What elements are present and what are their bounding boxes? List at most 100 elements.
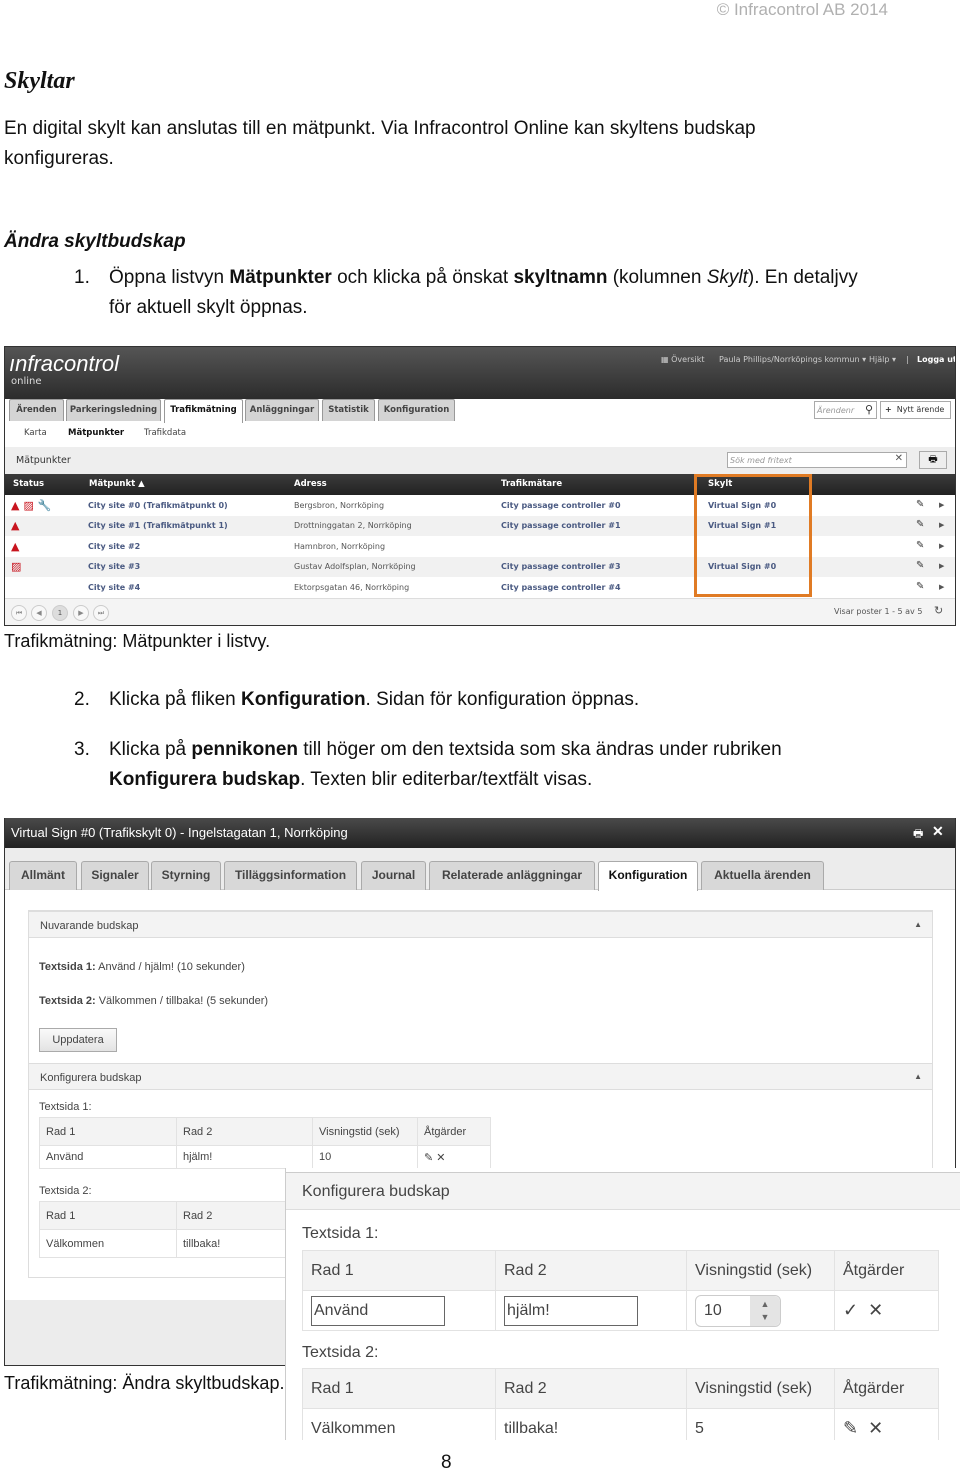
user-menu[interactable]: Paula Phillips/Norrköpings kommun ▾ [719, 355, 866, 364]
subnav-trafikdata[interactable]: Trafikdata [144, 428, 186, 438]
delete-icon[interactable]: ✕ [868, 1418, 883, 1438]
pencil-icon[interactable]: ✎ [916, 560, 924, 571]
delete-icon[interactable]: ✕ [436, 1152, 445, 1164]
subnav-matpunkter[interactable]: Mätpunkter [68, 428, 124, 438]
screenshot-matpunkter-list: ınfracontrol online ▦ Översikt Paula Phi… [4, 346, 956, 626]
step-3-text-line2: Konfigurera budskap. Texten blir editerb… [109, 769, 593, 790]
expand-arrow-icon[interactable]: ▶ [939, 583, 944, 591]
expand-arrow-icon[interactable]: ▶ [939, 521, 944, 529]
print-icon[interactable]: 🖶 [913, 825, 923, 844]
config-page-1-table: Rad 1 Rad 2 Visningstid (sek) Åtgärder Anvä… [39, 1117, 491, 1169]
col-trafikmatare[interactable]: Trafikmätare [501, 479, 562, 489]
trafikmatare-link[interactable]: City passage controller #0 [501, 501, 621, 510]
rad2-input[interactable]: hjälm! [504, 1295, 638, 1326]
config-page-2-label: Textsida 2: [39, 1185, 92, 1197]
last-page-button[interactable]: ⏭ [93, 605, 109, 621]
table-row[interactable]: ▲ ▨ 🔧 City site #0 (Trafikmätpunkt 0) Bergsb… [5, 496, 955, 516]
tab-styrning[interactable]: Styrning [151, 861, 221, 890]
next-page-button[interactable]: ▶ [73, 605, 89, 621]
tab-aktuella-arenden[interactable]: Aktuella ärenden [701, 861, 824, 890]
matpunkt-link[interactable]: City site #1 (Trafikmätpunkt 1) [88, 521, 228, 530]
help-menu[interactable]: Hjälp ▾ [869, 355, 896, 364]
col-status[interactable]: Status [13, 479, 44, 489]
highlight-skylt-column [694, 474, 812, 597]
matpunkt-link[interactable]: City site #4 [88, 583, 140, 592]
tab-journal[interactable]: Journal [361, 861, 426, 890]
expand-arrow-icon[interactable]: ▶ [939, 542, 944, 550]
tab-konfiguration[interactable]: Konfiguration [378, 399, 455, 421]
page-1-edit-table: Rad 1 Rad 2 Visningstid (sek) Åtgärder Anvä… [302, 1250, 939, 1331]
pencil-icon[interactable]: ✎ [916, 540, 924, 551]
configure-message-header: Konfigurera budskap [286, 1172, 960, 1210]
trafikmatare-link[interactable]: City passage controller #4 [501, 583, 621, 592]
adress-cell: Bergsbron, Norrköping [294, 501, 385, 510]
logo: ınfracontrol [9, 351, 120, 376]
col-rad1: Rad 1 [39, 1201, 177, 1230]
new-case-button[interactable]: + Nytt ärende [880, 401, 951, 419]
display-time-stepper[interactable]: 10 ▲ ▼ [695, 1294, 781, 1327]
freetext-search-input[interactable]: Sök med fritext ✕ [727, 452, 907, 468]
col-rad2: Rad 2 [495, 1368, 687, 1409]
matpunkt-link[interactable]: City site #0 (Trafikmätpunkt 0) [88, 501, 228, 510]
table-row[interactable]: City site #4 Ektorpsgatan 46, Norrköping C… [5, 577, 955, 598]
page-1-button[interactable]: 1 [52, 605, 68, 621]
tab-tillaggsinformation[interactable]: Tilläggsinformation [224, 861, 357, 890]
prev-page-button[interactable]: ◀ [31, 605, 47, 621]
tab-allmant[interactable]: Allmänt [9, 861, 77, 890]
tab-relaterade-anlaggningar[interactable]: Relaterade anläggningar [429, 861, 595, 890]
col-rad1: Rad 1 [302, 1250, 496, 1291]
tab-konfiguration[interactable]: Konfiguration [598, 861, 698, 891]
rad1-input[interactable]: Använd [311, 1295, 445, 1326]
tab-anlaggningar[interactable]: Anläggningar [245, 399, 319, 421]
collapse-icon[interactable]: ▲ [914, 920, 922, 929]
clear-icon[interactable]: ✕ [895, 453, 903, 464]
cancel-icon[interactable]: ✕ [868, 1300, 883, 1320]
trafikmatare-link[interactable]: City passage controller #3 [501, 562, 621, 571]
adress-cell: Gustav Adolfsplan, Norrköping [294, 562, 416, 572]
table-row[interactable]: ▲ City site #2 Hamnbron, Norrköping ✎ ▶ [5, 536, 955, 557]
panel-title: Mätpunkter [16, 455, 71, 466]
print-button[interactable]: 🖶 [919, 451, 947, 469]
stepper-arrows-icon[interactable]: ▲ ▼ [750, 1295, 780, 1326]
pencil-icon[interactable]: ✎ [916, 499, 924, 510]
status-icons: ▲ [11, 519, 23, 532]
first-page-button[interactable]: ⏮ [11, 605, 27, 621]
col-visningstid: Visningstid (sek) [686, 1368, 835, 1409]
status-icons: ▨ [11, 560, 25, 573]
expand-arrow-icon[interactable]: ▶ [939, 501, 944, 509]
pencil-icon[interactable]: ✎ [916, 519, 924, 530]
configure-message-header[interactable]: Konfigurera budskap ▲ [29, 1063, 932, 1090]
matpunkt-link[interactable]: City site #3 [88, 562, 140, 571]
refresh-icon[interactable]: ↻ [934, 604, 943, 617]
search-icon[interactable]: ⚲ [865, 403, 873, 416]
tab-arenden[interactable]: Ärenden [9, 399, 64, 421]
collapse-icon[interactable]: ▲ [914, 1072, 922, 1081]
matpunkt-link[interactable]: City site #2 [88, 542, 140, 551]
adress-cell: Drottninggatan 2, Norrköping [294, 521, 412, 531]
col-matpunkt[interactable]: Mätpunkt ▲ [89, 479, 145, 489]
step-1-text-line2: för aktuell skylt öppnas. [109, 297, 308, 318]
save-check-icon[interactable]: ✓ [843, 1300, 858, 1320]
trafikmatare-link[interactable]: City passage controller #1 [501, 521, 621, 530]
tab-signaler[interactable]: Signaler [81, 861, 149, 890]
step-1-number: 1. [74, 267, 90, 288]
tab-trafikmatning[interactable]: Trafikmätning [164, 399, 243, 423]
tab-parkeringsledning[interactable]: Parkeringsledning [66, 399, 161, 421]
logout-link[interactable]: Logga ut [917, 355, 955, 364]
col-rad1: Rad 1 [302, 1368, 496, 1409]
case-search-input[interactable]: Ärendenr ⚲ [814, 401, 877, 419]
pencil-icon[interactable]: ✎ [424, 1152, 433, 1164]
tab-statistik[interactable]: Statistik [322, 399, 375, 421]
subnav-karta[interactable]: Karta [24, 428, 47, 438]
table-row[interactable]: ▨ City site #3 Gustav Adolfsplan, Norrköpi… [5, 557, 955, 578]
close-icon[interactable]: ✕ [932, 823, 944, 840]
pencil-icon[interactable]: ✎ [843, 1418, 858, 1438]
pencil-icon[interactable]: ✎ [916, 581, 924, 592]
expand-arrow-icon[interactable]: ▶ [939, 562, 944, 570]
overview-link[interactable]: ▦ Översikt [661, 355, 705, 364]
table-row[interactable]: ▲ City site #1 (Trafikmätpunkt 1) Drottnin… [5, 516, 955, 537]
current-message-header[interactable]: Nuvarande budskap ▲ [29, 911, 932, 938]
update-button[interactable]: Uppdatera [39, 1028, 117, 1052]
col-adress[interactable]: Adress [294, 479, 327, 489]
adress-cell: Ektorpsgatan 46, Norrköping [294, 582, 410, 592]
